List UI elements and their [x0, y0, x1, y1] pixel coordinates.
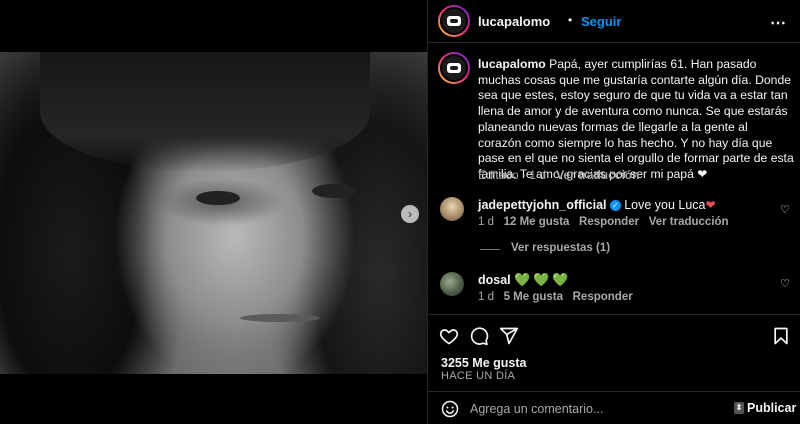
edited-label: Editado	[478, 168, 519, 182]
translate-link[interactable]: Ver traducción	[649, 216, 729, 228]
action-bar	[428, 314, 800, 350]
translate-link[interactable]: Ver traducción	[556, 168, 639, 182]
comment-meta: 1 d 12 Me gusta Responder Ver traducción	[478, 216, 729, 228]
caption-avatar[interactable]	[438, 52, 470, 84]
post-media[interactable]: ›	[0, 52, 427, 374]
caption-age: 1 d	[529, 168, 547, 182]
post-photo	[0, 52, 427, 374]
heart-emoji: ❤	[697, 166, 708, 181]
verified-badge-icon: ✓	[609, 200, 621, 211]
comment: jadepettyjohn_official ✓ Love you Luca❤	[478, 198, 716, 212]
comment-meta: 1 d 5 Me gusta Responder	[478, 291, 633, 303]
sort-icon: ⇕	[734, 402, 744, 414]
header-username[interactable]: lucapalomo	[478, 14, 550, 29]
photo-left-eye	[196, 191, 240, 205]
caption-text: Papá, ayer cumplirías 61. Han pasado muc…	[478, 57, 794, 181]
reply-button[interactable]: Responder	[579, 216, 639, 228]
avatar[interactable]	[438, 5, 470, 37]
heart-icon[interactable]: ♡	[780, 277, 790, 290]
post-button-label: Publicar	[747, 401, 797, 415]
comment-likes[interactable]: 12 Me gusta	[504, 216, 570, 228]
bookmark-icon[interactable]	[770, 325, 792, 347]
heart-icon[interactable]	[438, 325, 460, 347]
caption-username[interactable]: lucapalomo	[478, 57, 546, 71]
comment-username[interactable]: jadepettyjohn_official	[478, 198, 607, 212]
post-header: lucapalomo • Seguir ⋯	[428, 0, 800, 43]
heart-emoji: ❤	[705, 198, 716, 212]
caption: lucapalomo Papá, ayer cumplirías 61. Han…	[478, 57, 794, 183]
header-separator: •	[568, 13, 573, 27]
green-heart-emoji: 💚💚💚	[514, 272, 572, 287]
comment-age: 1 d	[478, 291, 494, 303]
reply-button[interactable]: Responder	[573, 291, 633, 303]
comment-avatar[interactable]	[440, 197, 464, 221]
comment-composer: ⇕ Publicar	[428, 391, 800, 424]
comment-likes[interactable]: 5 Me gusta	[504, 291, 563, 303]
comment-icon[interactable]	[468, 325, 490, 347]
follow-button[interactable]: Seguir	[581, 14, 621, 29]
post-timestamp: HACE UN DÍA	[441, 370, 516, 382]
photo-mouth	[240, 314, 320, 322]
emoji-icon[interactable]	[441, 400, 459, 418]
photo-hair	[40, 52, 370, 172]
comment: dosal 💚💚💚	[478, 272, 572, 288]
caption-meta: Editado · 1 d Ver traducción	[478, 168, 640, 182]
post-button[interactable]: ⇕ Publicar	[734, 401, 796, 415]
replies-divider	[480, 249, 500, 250]
photo-right-eye	[312, 184, 356, 198]
comment-avatar[interactable]	[440, 272, 464, 296]
share-icon[interactable]	[498, 325, 520, 347]
view-replies-button[interactable]: Ver respuestas (1)	[511, 242, 610, 254]
chevron-right-icon[interactable]: ›	[401, 205, 419, 223]
more-horizontal-icon[interactable]: ⋯	[770, 13, 787, 33]
post-panel: lucapalomo • Seguir ⋯ lucapalomo Papá, a…	[427, 0, 800, 424]
heart-icon[interactable]: ♡	[780, 203, 790, 216]
likes-count[interactable]: 3255 Me gusta	[441, 356, 526, 370]
comment-username[interactable]: dosal	[478, 273, 511, 287]
comment-age: 1 d	[478, 216, 494, 228]
comment-text: Love you Luca	[624, 198, 706, 212]
comment-input[interactable]	[470, 401, 720, 417]
